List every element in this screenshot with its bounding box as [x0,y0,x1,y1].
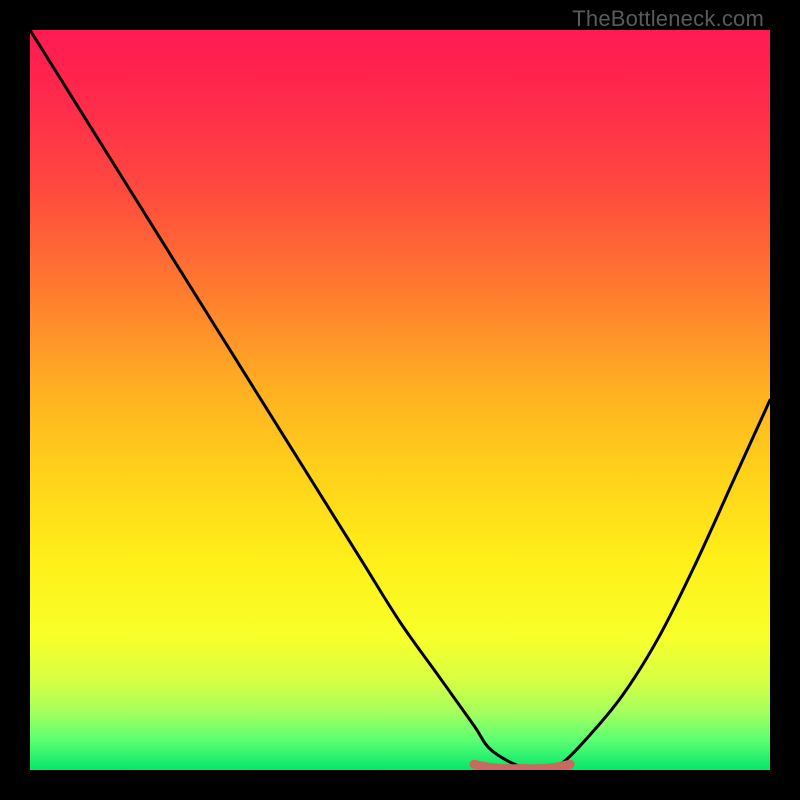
bottleneck-curve [30,30,770,770]
curve-layer [30,30,770,770]
watermark-label: TheBottleneck.com [572,6,764,32]
trough-highlight [474,764,570,769]
chart-frame: TheBottleneck.com [0,0,800,800]
plot-area [30,30,770,770]
